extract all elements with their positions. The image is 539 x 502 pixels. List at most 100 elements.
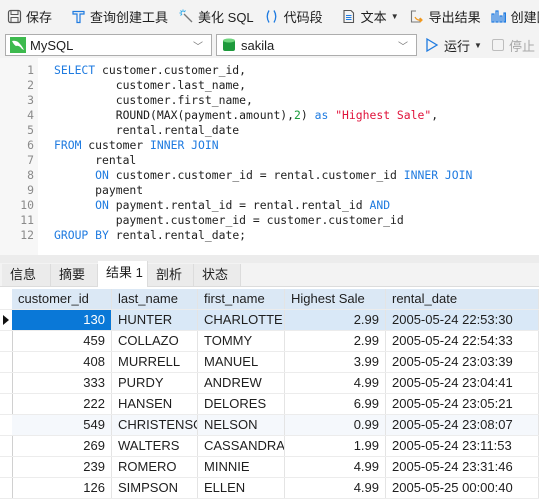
table-row[interactable]: 222 HANSEN DELORES 6.99 2005-05-24 23:05:21 bbox=[0, 394, 539, 415]
sql-text: payment.customer_id = customer.customer_… bbox=[54, 213, 404, 227]
cell-customer-id[interactable]: 269 bbox=[12, 436, 112, 456]
cell-highest-sale[interactable]: 6.99 bbox=[285, 394, 386, 414]
cell-last-name[interactable]: ROMERO bbox=[112, 457, 198, 477]
cell-rental-date[interactable]: 2005-05-24 23:11:53 bbox=[386, 436, 539, 456]
save-label: 保存 bbox=[26, 9, 53, 25]
cell-rental-date[interactable]: 2005-05-24 22:53:30 bbox=[386, 310, 539, 330]
cell-highest-sale[interactable]: 4.99 bbox=[285, 478, 386, 498]
sql-editor[interactable]: 1 SELECT customer.customer_id, 2 customer… bbox=[0, 58, 539, 255]
line-number: 3 bbox=[27, 93, 34, 107]
cell-rental-date[interactable]: 2005-05-24 23:04:41 bbox=[386, 373, 539, 393]
column-header-rental-date[interactable]: rental_date bbox=[386, 289, 539, 309]
cell-last-name[interactable]: COLLAZO bbox=[112, 331, 198, 351]
query-builder-button[interactable]: 查询创建工具 bbox=[66, 4, 172, 28]
sql-text: payment.rental_id = rental.rental_id bbox=[108, 198, 370, 212]
cell-last-name[interactable]: WALTERS bbox=[112, 436, 198, 456]
table-row[interactable]: 408 MURRELL MANUEL 3.99 2005-05-24 23:03:39 bbox=[0, 352, 539, 373]
cell-customer-id[interactable]: 408 bbox=[12, 352, 112, 372]
export-results-button[interactable]: 导出结果 bbox=[405, 4, 485, 28]
cell-rental-date[interactable]: 2005-05-24 23:05:21 bbox=[386, 394, 539, 414]
sql-text: ) bbox=[300, 108, 315, 122]
cell-customer-id[interactable]: 130 bbox=[12, 310, 112, 330]
sql-text: rental.rental_date; bbox=[108, 228, 247, 242]
cell-first-name[interactable]: ELLEN bbox=[198, 478, 285, 498]
cell-rental-date[interactable]: 2005-05-25 00:00:40 bbox=[386, 478, 539, 498]
table-row[interactable]: 130 HUNTER CHARLOTTE 2.99 2005-05-24 22:53:3… bbox=[0, 310, 539, 331]
chevron-down-icon: ﹀ bbox=[193, 41, 203, 53]
editor-results-splitter[interactable] bbox=[0, 255, 539, 263]
sql-keyword: FROM bbox=[54, 138, 82, 152]
cell-customer-id[interactable]: 459 bbox=[12, 331, 112, 351]
current-row-arrow-icon bbox=[3, 315, 9, 325]
cell-highest-sale[interactable]: 2.99 bbox=[285, 310, 386, 330]
connection-select[interactable]: MySQL ﹀ bbox=[5, 34, 212, 56]
cell-first-name[interactable]: CHARLOTTE bbox=[198, 310, 285, 330]
cell-rental-date[interactable]: 2005-05-24 22:54:33 bbox=[386, 331, 539, 351]
cell-highest-sale[interactable]: 4.99 bbox=[285, 457, 386, 477]
line-number: 9 bbox=[27, 183, 34, 197]
cell-customer-id[interactable]: 333 bbox=[12, 373, 112, 393]
line-number: 11 bbox=[20, 213, 34, 227]
database-select[interactable]: sakila ﹀ bbox=[216, 34, 417, 56]
column-header-highest-sale[interactable]: Highest Sale bbox=[285, 289, 386, 309]
column-header-customer-id[interactable]: customer_id bbox=[12, 289, 112, 309]
cell-last-name[interactable]: CHRISTENSON bbox=[112, 415, 198, 435]
table-row[interactable]: 459 COLLAZO TOMMY 2.99 2005-05-24 22:54:33 bbox=[0, 331, 539, 352]
cell-last-name[interactable]: PURDY bbox=[112, 373, 198, 393]
cell-last-name[interactable]: HANSEN bbox=[112, 394, 198, 414]
column-header-last-name[interactable]: last_name bbox=[112, 289, 198, 309]
dropdown-caret-icon: ▼ bbox=[390, 11, 399, 21]
tab-summary[interactable]: 摘要 bbox=[51, 264, 98, 286]
table-row[interactable]: 239 ROMERO MINNIE 4.99 2005-05-24 23:31:46 bbox=[0, 457, 539, 478]
line-number: 8 bbox=[27, 168, 34, 182]
cell-last-name[interactable]: SIMPSON bbox=[112, 478, 198, 498]
table-row[interactable]: 126 SIMPSON ELLEN 4.99 2005-05-25 00:00:40 bbox=[0, 478, 539, 499]
tab-info[interactable]: 信息 bbox=[2, 264, 51, 286]
cell-highest-sale[interactable]: 0.99 bbox=[285, 415, 386, 435]
sql-keyword: SELECT bbox=[54, 63, 96, 77]
tab-label: 信息 bbox=[10, 267, 37, 282]
run-button[interactable]: 运行 ▼ bbox=[424, 35, 482, 55]
cell-first-name[interactable]: CASSANDRA bbox=[198, 436, 285, 456]
tab-profile[interactable]: 剖析 bbox=[148, 264, 194, 286]
cell-customer-id[interactable]: 549 bbox=[12, 415, 112, 435]
tab-status[interactable]: 状态 bbox=[194, 264, 241, 286]
line-number: 6 bbox=[27, 138, 34, 152]
sql-keyword: AND bbox=[369, 198, 391, 212]
cell-first-name[interactable]: MINNIE bbox=[198, 457, 285, 477]
cell-last-name[interactable]: HUNTER bbox=[112, 310, 198, 330]
table-row[interactable]: 549CHRISTENSONNELSON0.992005-05-24 23:08… bbox=[0, 415, 539, 436]
column-header-first-name[interactable]: first_name bbox=[198, 289, 285, 309]
cell-customer-id[interactable]: 126 bbox=[12, 478, 112, 498]
export-icon bbox=[409, 8, 425, 24]
code-snippet-button[interactable]: 代码段 bbox=[260, 4, 327, 28]
cell-highest-sale[interactable]: 4.99 bbox=[285, 373, 386, 393]
cell-first-name[interactable]: ANDREW bbox=[198, 373, 285, 393]
cell-highest-sale[interactable]: 2.99 bbox=[285, 331, 386, 351]
stop-button[interactable]: 停止 bbox=[491, 35, 535, 55]
parentheses-icon bbox=[264, 8, 280, 24]
save-button[interactable]: 保存 bbox=[2, 4, 56, 28]
result-grid[interactable]: customer_id last_name first_name Highest… bbox=[0, 287, 539, 502]
cell-first-name[interactable]: NELSON bbox=[198, 415, 285, 435]
cell-first-name[interactable]: DELORES bbox=[198, 394, 285, 414]
hammer-icon bbox=[70, 8, 86, 24]
cell-customer-id[interactable]: 239 bbox=[12, 457, 112, 477]
cell-rental-date[interactable]: 2005-05-24 23:08:07 bbox=[386, 415, 539, 435]
table-row[interactable]: 333 PURDY ANDREW 4.99 2005-05-24 23:04:41 bbox=[0, 373, 539, 394]
tab-result-1[interactable]: 结果 1 bbox=[98, 261, 148, 287]
cell-customer-id[interactable]: 222 bbox=[12, 394, 112, 414]
cell-highest-sale[interactable]: 3.99 bbox=[285, 352, 386, 372]
cell-rental-date[interactable]: 2005-05-24 23:03:39 bbox=[386, 352, 539, 372]
table-row[interactable]: 269 WALTERS CASSANDRA 1.99 2005-05-24 23:11:… bbox=[0, 436, 539, 457]
cell-rental-date[interactable]: 2005-05-24 23:31:46 bbox=[386, 457, 539, 477]
cell-first-name[interactable]: TOMMY bbox=[198, 331, 285, 351]
cell-first-name[interactable]: MANUEL bbox=[198, 352, 285, 372]
cell-highest-sale[interactable]: 1.99 bbox=[285, 436, 386, 456]
text-button[interactable]: 文本 ▼ bbox=[337, 4, 403, 28]
line-number: 1 bbox=[27, 63, 34, 77]
beautify-sql-button[interactable]: 美化 SQL bbox=[174, 4, 258, 28]
sql-keyword: INNER JOIN bbox=[403, 168, 473, 182]
cell-last-name[interactable]: MURRELL bbox=[112, 352, 198, 372]
create-chart-button[interactable]: 创建图 bbox=[487, 4, 539, 28]
